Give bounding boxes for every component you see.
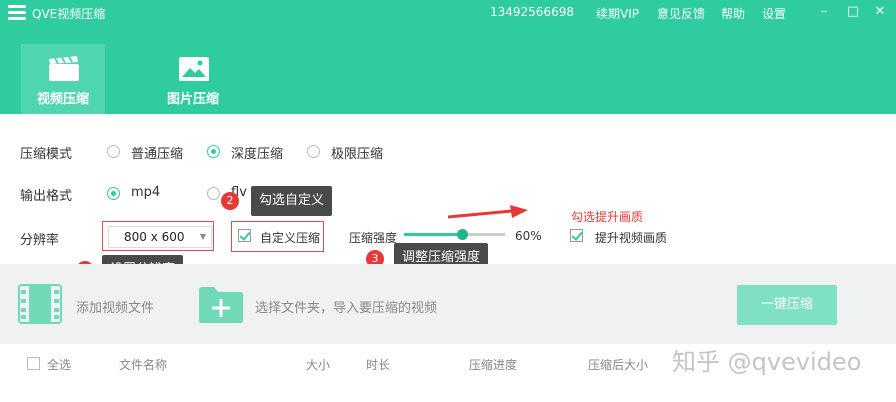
red-arrow-icon xyxy=(448,205,528,219)
tab-image-compress[interactable]: 图片压缩 xyxy=(151,44,235,114)
app-header: QVE视频压缩 13492566698 续期VIP 意见反馈 帮助 设置 – □… xyxy=(0,0,896,114)
close-icon[interactable]: ✕ xyxy=(870,3,890,21)
chevron-down-icon: ▼ xyxy=(199,232,206,241)
annotation-note: 勾选提升画质 xyxy=(571,210,644,224)
column-progress: 压缩进度 xyxy=(469,358,518,372)
radio-label-mp4: mp4 xyxy=(131,185,161,200)
strength-value: 60% xyxy=(515,229,542,243)
slider-handle[interactable] xyxy=(457,229,468,240)
radio-label-extreme: 极限压缩 xyxy=(331,147,384,162)
choose-folder[interactable]: 选择文件夹，导入要压缩的视频 xyxy=(255,297,437,316)
app-logo-icon xyxy=(8,5,26,20)
film-icon[interactable] xyxy=(18,284,62,324)
select-all-label: 全选 xyxy=(47,358,72,372)
radio-mp4[interactable] xyxy=(107,187,120,200)
phone-number: 13492566698 xyxy=(490,5,574,19)
clapperboard-icon xyxy=(49,56,79,81)
column-compressed-size: 压缩后大小 xyxy=(588,358,649,372)
renew-vip-link[interactable]: 续期VIP xyxy=(596,5,639,22)
radio-label-deep: 深度压缩 xyxy=(231,147,284,162)
title-bar: QVE视频压缩 13492566698 续期VIP 意见反馈 帮助 设置 – □… xyxy=(0,0,896,26)
column-filename: 文件名称 xyxy=(119,358,168,372)
settings-link[interactable]: 设置 xyxy=(762,5,786,22)
radio-extreme-compress[interactable] xyxy=(307,145,320,158)
strength-slider[interactable] xyxy=(404,233,505,236)
strength-label: 压缩强度 xyxy=(349,231,398,245)
maximize-icon[interactable]: □ xyxy=(843,3,863,21)
feedback-link[interactable]: 意见反馈 xyxy=(657,5,705,22)
radio-flv[interactable] xyxy=(207,187,220,200)
help-link[interactable]: 帮助 xyxy=(721,5,745,22)
image-icon xyxy=(179,57,209,81)
minimize-icon[interactable]: – xyxy=(814,3,834,21)
slider-fill xyxy=(404,233,465,236)
custom-compress-label: 自定义压缩 xyxy=(260,231,321,245)
column-size: 大小 xyxy=(306,358,331,372)
resolution-label: 分辨率 xyxy=(20,233,60,248)
step-tooltip-2: 勾选自定义 xyxy=(251,186,333,216)
enhance-quality-checkbox[interactable] xyxy=(570,229,583,242)
tab-video-compress[interactable]: 视频压缩 xyxy=(21,44,105,114)
folder-add-icon[interactable] xyxy=(197,286,245,324)
column-duration: 时长 xyxy=(366,358,391,372)
step-badge-2: 2 xyxy=(221,192,239,210)
watermark: 知乎 @qvevideo xyxy=(672,348,862,376)
resolution-value: 800 x 600 xyxy=(124,230,185,244)
tab-label: 图片压缩 xyxy=(166,92,219,107)
add-video-file[interactable]: 添加视频文件 xyxy=(76,297,154,316)
enhance-quality-label: 提升视频画质 xyxy=(595,231,668,245)
output-format-label: 输出格式 xyxy=(20,189,73,204)
radio-deep-compress[interactable] xyxy=(207,145,220,158)
radio-normal-compress[interactable] xyxy=(107,145,120,158)
compress-mode-label: 压缩模式 xyxy=(20,147,73,162)
one-click-compress-button[interactable]: 一键压缩 xyxy=(737,285,837,325)
tab-label: 视频压缩 xyxy=(36,92,89,107)
custom-compress-checkbox[interactable] xyxy=(238,229,251,242)
resolution-select[interactable]: 800 x 600 ▼ xyxy=(108,226,212,248)
app-title: QVE视频压缩 xyxy=(32,7,106,21)
radio-label-normal: 普通压缩 xyxy=(131,147,184,162)
select-all-checkbox[interactable] xyxy=(27,357,40,370)
